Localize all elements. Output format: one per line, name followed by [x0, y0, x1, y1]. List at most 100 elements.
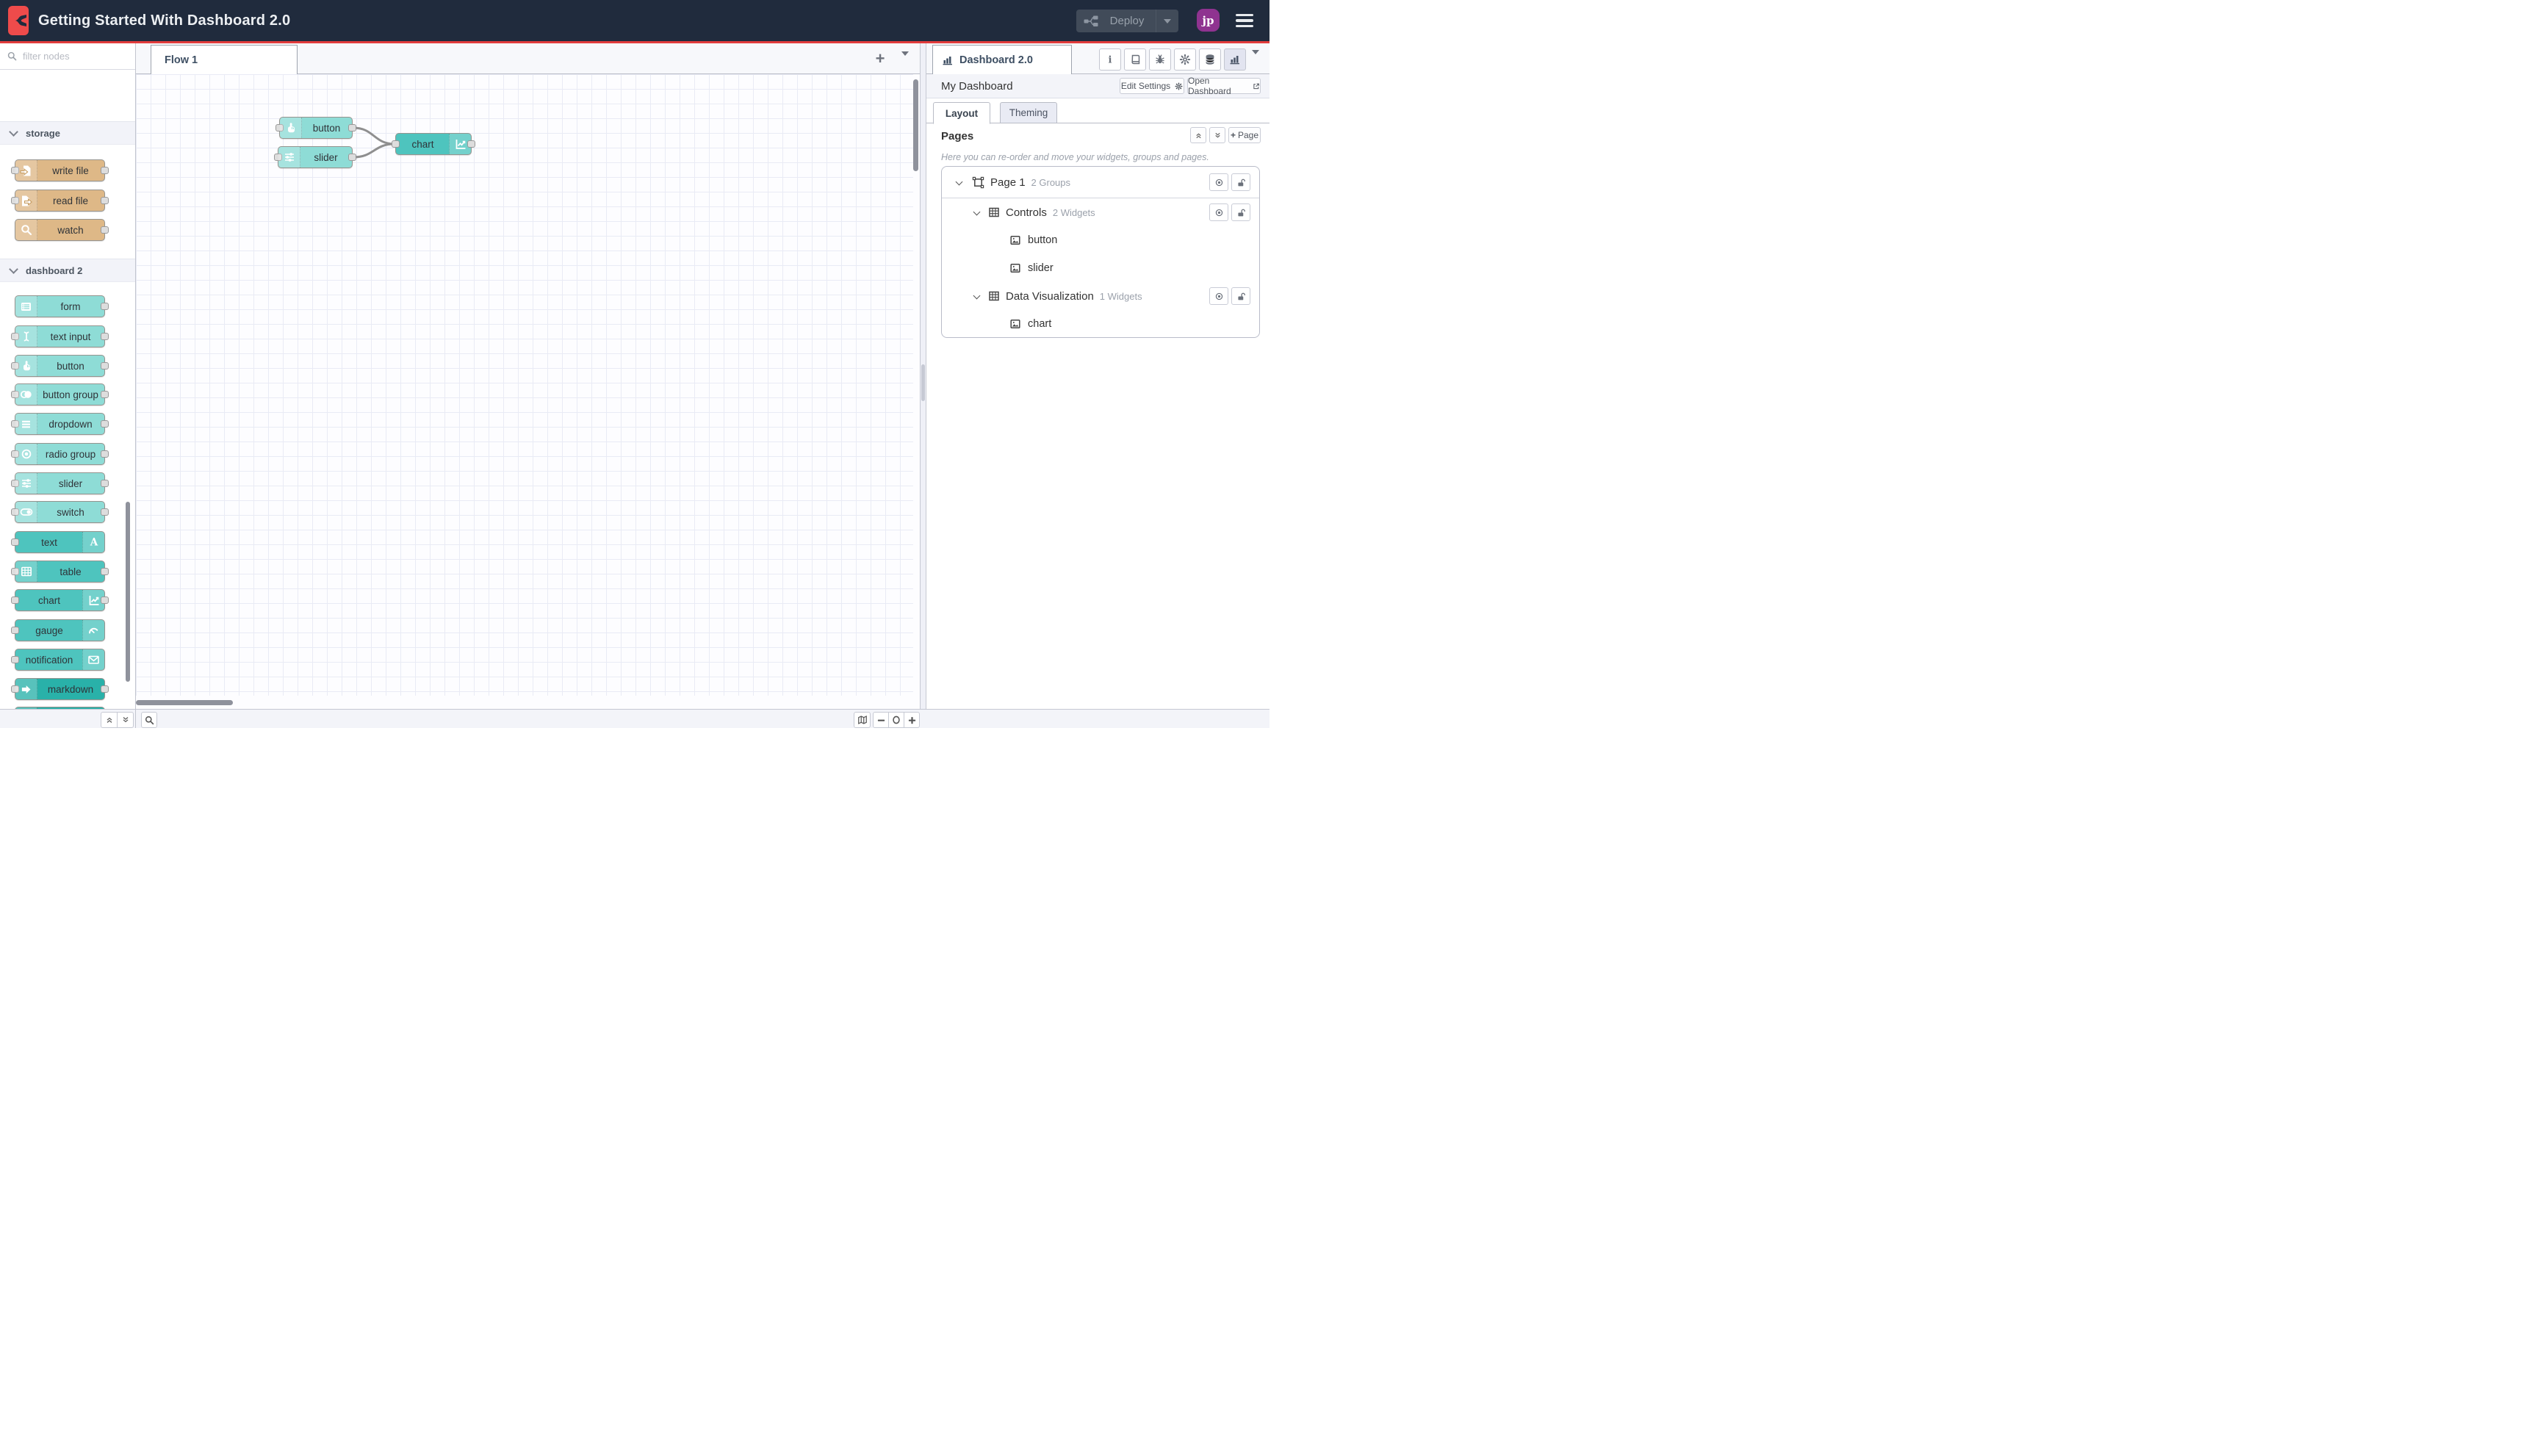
lock-button[interactable]: [1231, 173, 1250, 191]
add-flow-button[interactable]: +: [871, 49, 890, 68]
gutter-thumb[interactable]: [921, 364, 925, 401]
tab-dashboard-2[interactable]: Dashboard 2.0: [932, 45, 1072, 74]
expand-all-button[interactable]: [1209, 127, 1225, 143]
dashboard-tab-button[interactable]: [1224, 48, 1246, 71]
debug-tab-button[interactable]: [1149, 48, 1171, 71]
tree-row-widget-chart[interactable]: chart: [942, 310, 1259, 337]
output-port[interactable]: [467, 140, 475, 148]
flow-node-button[interactable]: button: [275, 117, 356, 139]
output-port[interactable]: [101, 303, 109, 310]
output-port[interactable]: [101, 167, 109, 174]
wire-button-to-chart[interactable]: [352, 126, 396, 145]
flow-list-button[interactable]: [901, 51, 909, 69]
sidebar-resize-handle[interactable]: [920, 43, 926, 728]
collapse-all-button[interactable]: [1190, 127, 1206, 143]
palette-node-read-file[interactable]: read file: [11, 190, 109, 212]
deploy-button[interactable]: Deploy: [1076, 10, 1178, 32]
chevron-down-icon[interactable]: [955, 178, 963, 185]
output-port[interactable]: [101, 568, 109, 575]
palette-node-write-file[interactable]: write file: [11, 159, 109, 181]
visibility-button[interactable]: [1209, 203, 1228, 221]
lock-button[interactable]: [1231, 287, 1250, 305]
filter-nodes-input[interactable]: [21, 50, 120, 62]
visibility-button[interactable]: [1209, 173, 1228, 191]
node-palette: storage write file read file watch dashb…: [0, 43, 135, 709]
user-avatar[interactable]: jp: [1197, 9, 1220, 32]
palette-node-notification[interactable]: notification: [11, 649, 105, 671]
toggle-circles-icon: [15, 384, 37, 405]
output-port[interactable]: [101, 226, 109, 234]
minimap-toggle-button[interactable]: [854, 712, 871, 728]
palette-node-markdown[interactable]: markdown: [11, 678, 109, 700]
palette-node-text[interactable]: A text: [11, 531, 105, 553]
output-port[interactable]: [348, 154, 356, 161]
output-port[interactable]: [348, 124, 356, 131]
flow-node-chart[interactable]: chart: [392, 133, 475, 155]
edit-settings-button[interactable]: Edit Settings: [1120, 78, 1184, 94]
output-port[interactable]: [101, 508, 109, 516]
visibility-button[interactable]: [1209, 287, 1228, 305]
tree-row-page-1[interactable]: Page 1 2 Groups: [942, 167, 1259, 198]
tab-flow-1[interactable]: Flow 1: [151, 45, 298, 74]
palette-node-switch[interactable]: switch: [11, 501, 109, 523]
palette-collapse-all-button[interactable]: [101, 712, 118, 728]
palette-node-slider[interactable]: slider: [11, 472, 109, 494]
output-port[interactable]: [101, 480, 109, 487]
output-port[interactable]: [101, 420, 109, 428]
main-menu-button[interactable]: [1236, 14, 1253, 27]
chevron-down-icon[interactable]: [973, 208, 981, 215]
output-port[interactable]: [101, 450, 109, 458]
palette-node-watch[interactable]: watch: [15, 219, 109, 241]
deploy-options-caret[interactable]: [1156, 10, 1178, 32]
zoom-out-button[interactable]: [873, 712, 889, 728]
layout-tree: Page 1 2 Groups Controls 2 Widgets butto…: [941, 166, 1260, 338]
tree-row-group-controls[interactable]: Controls 2 Widgets: [942, 198, 1259, 226]
zoom-in-button[interactable]: [904, 712, 920, 728]
palette-node-table[interactable]: table: [11, 561, 109, 583]
output-port[interactable]: [101, 362, 109, 370]
sidebar-menu-caret[interactable]: [1252, 50, 1259, 68]
widget-image-icon: [1010, 320, 1020, 328]
palette-node-text-input[interactable]: text input: [11, 325, 109, 347]
palette-node-button-group[interactable]: button group: [11, 383, 109, 406]
pages-heading: Pages: [941, 130, 974, 143]
palette-category-dashboard-2[interactable]: dashboard 2: [0, 259, 135, 282]
flow-node-slider[interactable]: slider: [274, 146, 356, 168]
palette-expand-all-button[interactable]: [117, 712, 134, 728]
palette-node-chart[interactable]: chart: [11, 589, 109, 611]
palette-search[interactable]: [0, 43, 135, 70]
flow-canvas[interactable]: button slider chart: [136, 74, 920, 709]
zoom-reset-button[interactable]: [888, 712, 904, 728]
canvas-search-button[interactable]: [141, 712, 157, 728]
lock-button[interactable]: [1231, 203, 1250, 221]
output-port[interactable]: [101, 391, 109, 398]
palette-node-form[interactable]: form: [15, 295, 109, 317]
tree-row-group-data-visualization[interactable]: Data Visualization 1 Widgets: [942, 282, 1259, 310]
output-port[interactable]: [101, 685, 109, 693]
config-nodes-tab-button[interactable]: [1174, 48, 1196, 71]
palette-canvas-divider[interactable]: [135, 43, 136, 728]
chevron-down-icon[interactable]: [973, 292, 981, 299]
palette-category-storage[interactable]: storage: [0, 121, 135, 145]
palette-node-gauge[interactable]: gauge: [11, 619, 105, 641]
palette-scrollbar[interactable]: [126, 502, 130, 682]
wire-slider-to-chart[interactable]: [352, 143, 396, 159]
palette-node-radio-group[interactable]: radio group: [11, 443, 109, 465]
context-data-tab-button[interactable]: [1199, 48, 1221, 71]
tree-row-widget-button[interactable]: button: [942, 226, 1259, 254]
palette-node-dropdown[interactable]: dropdown: [11, 413, 109, 435]
output-port[interactable]: [101, 197, 109, 204]
help-tab-button[interactable]: [1124, 48, 1146, 71]
add-page-button[interactable]: + Page: [1228, 127, 1261, 143]
output-port[interactable]: [101, 333, 109, 340]
palette-node-button[interactable]: button: [11, 355, 109, 377]
info-tab-button[interactable]: i: [1099, 48, 1121, 71]
tab-theming[interactable]: Theming: [1000, 102, 1057, 123]
tree-row-widget-slider[interactable]: slider: [942, 254, 1259, 282]
canvas-hscrollbar[interactable]: [136, 700, 233, 705]
layout-theming-tabs: Layout Theming: [926, 102, 1270, 124]
open-dashboard-button[interactable]: Open Dashboard: [1187, 76, 1261, 96]
canvas-vscrollbar[interactable]: [913, 79, 918, 171]
tab-layout[interactable]: Layout: [933, 102, 990, 124]
output-port[interactable]: [101, 597, 109, 604]
